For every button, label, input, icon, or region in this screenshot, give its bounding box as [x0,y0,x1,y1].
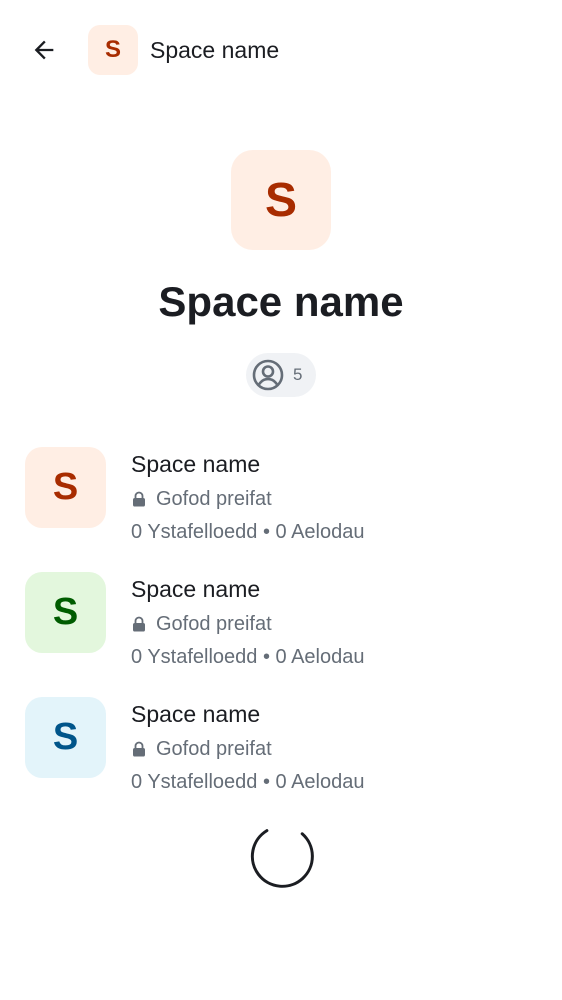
list-item[interactable]: S Space name Gofod preifat 0 Ystafelloed… [0,437,562,562]
privacy-label: Gofod preifat [131,610,272,638]
lock-icon [131,615,147,633]
loading-spinner-icon [248,822,314,888]
header-title: Space name [150,37,280,63]
privacy-text: Gofod preifat [156,612,272,635]
space-name: Space name [131,576,261,602]
header-space-avatar: S [88,25,138,75]
privacy-text: Gofod preifat [156,737,272,760]
member-count-button[interactable]: 5 [246,353,316,397]
space-name: Space name [131,701,261,727]
space-avatar: S [25,697,106,778]
space-stats: 0 Ystafelloedd • 0 Aelodau [131,646,365,668]
privacy-label: Gofod preifat [131,735,272,763]
privacy-text: Gofod preifat [156,487,272,510]
space-avatar: S [25,447,106,528]
lock-icon [131,740,147,758]
space-name: Space name [131,451,261,477]
user-circle-icon [251,358,285,392]
space-list: S Space name Gofod preifat 0 Ystafelloed… [0,437,562,812]
back-button[interactable] [22,28,66,72]
space-avatar: S [25,572,106,653]
space-avatar: S [231,150,331,250]
space-stats: 0 Ystafelloedd • 0 Aelodau [131,521,365,543]
list-item[interactable]: S Space name Gofod preifat 0 Ystafelloed… [0,562,562,687]
arrow-left-icon [34,40,54,60]
list-item[interactable]: S Space name Gofod preifat 0 Ystafelloed… [0,687,562,812]
member-count: 5 [293,365,303,384]
space-title: Space name [158,278,404,325]
top-app-bar: S Space name [0,0,562,100]
lock-icon [131,490,147,508]
space-stats: 0 Ystafelloedd • 0 Aelodau [131,771,365,793]
privacy-label: Gofod preifat [131,485,272,513]
